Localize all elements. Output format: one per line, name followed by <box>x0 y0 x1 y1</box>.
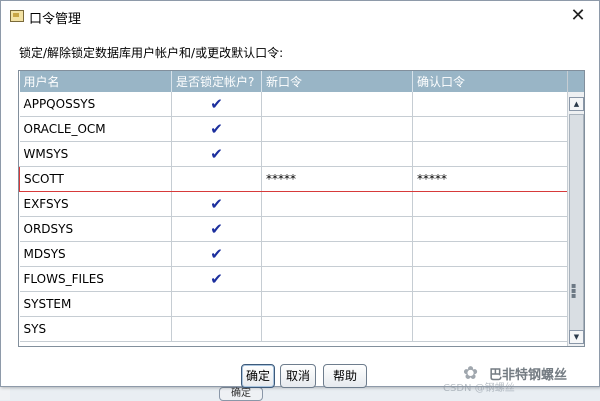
watermark-sub: CSDN @钢螺丝 <box>443 383 515 394</box>
new-password-cell[interactable] <box>261 316 413 342</box>
confirm-password-cell[interactable] <box>412 266 568 292</box>
new-password-cell[interactable]: ***** <box>261 166 413 192</box>
checkmark-icon[interactable]: ✔ <box>210 270 223 288</box>
new-password-cell[interactable] <box>261 141 413 167</box>
confirm-password-cell[interactable] <box>412 191 568 217</box>
username-cell[interactable]: SCOTT <box>19 166 172 192</box>
app-icon <box>10 10 24 22</box>
checkmark-icon[interactable]: ✔ <box>210 120 223 138</box>
column-header-confirm-password[interactable]: 确认口令 <box>412 71 568 92</box>
lock-checkbox-cell[interactable]: ✔ <box>171 191 262 217</box>
confirm-password-cell[interactable] <box>412 316 568 342</box>
username-cell[interactable]: EXFSYS <box>19 191 172 217</box>
ok-button[interactable]: 确定 <box>241 364 275 388</box>
table-row[interactable]: FLOWS_FILES ✔ <box>19 266 568 292</box>
username-cell[interactable]: ORACLE_OCM <box>19 116 172 142</box>
user-account-grid: 用户名 是否锁定帐户? 新口令 确认口令 APPQOSSYS ✔ ORACLE_… <box>18 70 585 347</box>
cancel-button[interactable]: 取消 <box>280 364 316 388</box>
checkmark-icon[interactable]: ✔ <box>210 145 223 163</box>
table-row[interactable]: SYSTEM <box>19 291 568 317</box>
new-password-cell[interactable] <box>261 116 413 142</box>
username-cell[interactable]: FLOWS_FILES <box>19 266 172 292</box>
lock-checkbox-cell[interactable] <box>171 316 262 342</box>
background-ok-button: 确定 <box>219 387 263 401</box>
lock-checkbox-cell[interactable]: ✔ <box>171 116 262 142</box>
username-cell[interactable]: ORDSYS <box>19 216 172 242</box>
username-cell[interactable]: WMSYS <box>19 141 172 167</box>
checkmark-icon[interactable]: ✔ <box>210 245 223 263</box>
username-cell[interactable]: MDSYS <box>19 241 172 267</box>
confirm-password-cell[interactable]: ***** <box>412 166 568 192</box>
confirm-password-cell[interactable] <box>412 291 568 317</box>
dialog-title: 口令管理 <box>29 12 82 27</box>
new-password-cell[interactable] <box>261 92 413 117</box>
instruction-label: 锁定/解除锁定数据库用户帐户和/或更改默认口令: <box>19 46 284 60</box>
checkmark-icon[interactable]: ✔ <box>210 95 223 113</box>
vertical-scrollbar[interactable]: ▲ ▪ ▪ ▪ ▼ <box>567 71 584 346</box>
lock-checkbox-cell[interactable]: ✔ <box>171 241 262 267</box>
table-row[interactable]: WMSYS ✔ <box>19 141 568 167</box>
new-password-cell[interactable] <box>261 266 413 292</box>
checkmark-icon[interactable]: ✔ <box>210 220 223 238</box>
table-row[interactable]: MDSYS ✔ <box>19 241 568 267</box>
table-row[interactable]: SYS <box>19 316 568 342</box>
column-header-new-password[interactable]: 新口令 <box>261 71 413 92</box>
scroll-down-button[interactable]: ▼ <box>569 330 584 344</box>
lock-checkbox-cell[interactable]: ✔ <box>171 266 262 292</box>
confirm-password-cell[interactable] <box>412 216 568 242</box>
lock-checkbox-cell[interactable]: ✔ <box>171 92 262 117</box>
confirm-password-cell[interactable] <box>412 241 568 267</box>
table-header-row: 用户名 是否锁定帐户? 新口令 确认口令 <box>19 71 568 92</box>
lock-checkbox-cell[interactable]: ✔ <box>171 216 262 242</box>
lock-checkbox-cell[interactable] <box>171 291 262 317</box>
new-password-cell[interactable] <box>261 241 413 267</box>
username-cell[interactable]: SYS <box>19 316 172 342</box>
table-row[interactable]: ORACLE_OCM ✔ <box>19 116 568 142</box>
help-button[interactable]: 帮助 <box>323 364 367 388</box>
confirm-password-cell[interactable] <box>412 92 568 117</box>
column-header-locked[interactable]: 是否锁定帐户? <box>171 71 262 92</box>
lock-checkbox-cell[interactable]: ✔ <box>171 141 262 167</box>
lock-checkbox-cell[interactable] <box>171 166 262 192</box>
password-management-dialog: 口令管理 ✕ 锁定/解除锁定数据库用户帐户和/或更改默认口令: 用户名 是否锁定… <box>0 0 600 394</box>
confirm-password-cell[interactable] <box>412 116 568 142</box>
user-table: 用户名 是否锁定帐户? 新口令 确认口令 APPQOSSYS ✔ ORACLE_… <box>19 71 568 342</box>
table-row[interactable]: ORDSYS ✔ <box>19 216 568 242</box>
username-cell[interactable]: SYSTEM <box>19 291 172 317</box>
column-header-username[interactable]: 用户名 <box>19 71 172 92</box>
title-bar: 口令管理 ✕ <box>1 1 599 31</box>
close-button[interactable]: ✕ <box>561 4 595 28</box>
new-password-cell[interactable] <box>261 216 413 242</box>
table-row[interactable]: EXFSYS ✔ <box>19 191 568 217</box>
new-password-cell[interactable] <box>261 191 413 217</box>
table-row-selected[interactable]: SCOTT ***** ***** <box>19 166 568 192</box>
confirm-password-cell[interactable] <box>412 141 568 167</box>
scrollbar-header-corner <box>568 71 584 92</box>
scroll-up-button[interactable]: ▲ <box>569 97 584 111</box>
checkmark-icon[interactable]: ✔ <box>210 195 223 213</box>
new-password-cell[interactable] <box>261 291 413 317</box>
watermark: ✿ 巴非特钢螺丝 CSDN @钢螺丝 <box>443 363 593 394</box>
scrollbar-grip-icon: ▪ ▪ ▪ <box>571 281 577 300</box>
username-cell[interactable]: APPQOSSYS <box>19 92 172 117</box>
table-row[interactable]: APPQOSSYS ✔ <box>19 92 568 117</box>
